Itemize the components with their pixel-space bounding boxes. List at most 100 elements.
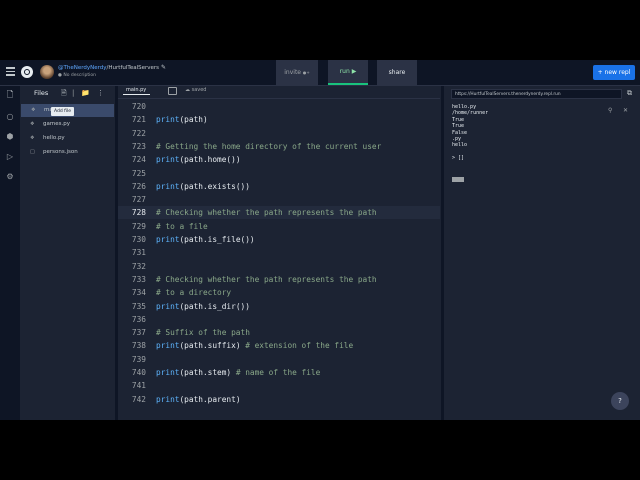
code-line[interactable]: 722 [118,127,440,140]
top-bar: @TheNerdyNerdy/HurtfulTealServers ✎ ● No … [0,60,640,86]
pencil-icon[interactable]: ✎ [161,64,166,71]
code-comment: # Getting the home directory of the curr… [156,141,382,151]
code-line[interactable]: 725 [118,167,440,180]
line-number: 737 [131,328,146,338]
save-status: ☁ saved [185,87,207,93]
code-line[interactable]: 737 # Suffix of the path [118,326,440,339]
tab-main-py[interactable]: main.py [123,87,151,95]
replit-logo-icon[interactable] [21,66,33,78]
open-in-new-tab-icon[interactable]: ⧉ [627,89,632,98]
code-line[interactable]: 734 # to a directory [118,286,440,299]
code-function: print [156,301,180,311]
line-number: 740 [131,368,146,377]
code-line[interactable]: 738 print(path.suffix) # extension of the… [118,339,440,352]
line-text: print(path.home()) [156,155,241,164]
code-line[interactable]: 732 [118,260,440,273]
invite-button[interactable]: invite ●+ [276,60,318,85]
globe-icon: ● [58,73,62,78]
repl-name[interactable]: HurtfulTealServers [108,65,159,71]
code-line[interactable]: 742 print(path.parent) [118,393,440,406]
code-comment: # Checking whether the path represents t… [156,208,377,218]
repl-title[interactable]: @TheNerdyNerdy/HurtfulTealServers ✎ [58,64,166,71]
code-line[interactable]: 728 # Checking whether the path represent… [118,206,440,220]
code-line[interactable]: 724 print(path.home()) [118,153,440,166]
run-label: run [339,68,350,75]
code-line[interactable]: 729 # to a file [118,220,440,233]
version-control-icon[interactable]: ○ [5,112,15,122]
clear-console-icon[interactable]: ✕ [623,107,628,114]
console-line: False [452,129,468,136]
editor-console-divider[interactable] [441,86,444,420]
add-folder-icon[interactable]: 📁 [81,89,90,97]
line-number: 722 [131,128,146,138]
code-line[interactable]: 731 [118,246,440,259]
code-text: (path.exists()) [179,181,250,191]
code-line[interactable]: 739 [118,353,440,366]
code-line[interactable]: 730 print(path.is_file()) [118,233,440,246]
code-text: (path.parent) [179,394,241,404]
owner-name[interactable]: @TheNerdyNerdy [58,65,107,71]
code-function: print [156,115,180,125]
line-number: 738 [131,341,146,351]
file-item-persons[interactable]: □ persons.json [20,146,115,159]
console-line: /home/runner [452,110,489,117]
console-panel: https://HurtfulTealServers.thenerdynerdy… [446,86,640,420]
code-line[interactable]: 723 # Getting the home directory of the c… [118,140,440,153]
editor-tab-bar: main.py ☁ saved [118,86,440,99]
webview-url[interactable]: https://HurtfulTealServers.thenerdynerdy… [451,89,622,99]
console-highlight [452,177,464,182]
line-number: 736 [131,314,146,324]
more-options-icon[interactable]: ⋮ [97,89,104,97]
packages-icon[interactable]: ⬢ [5,132,15,142]
files-icon[interactable]: 🗋 [5,90,15,100]
share-button[interactable]: share [377,60,417,85]
add-file-icon[interactable]: 🗎 [61,89,67,100]
code-function: print [156,155,180,165]
run-button[interactable]: run ▶ [328,60,368,85]
share-label: share [388,69,406,76]
debugger-icon[interactable]: ▷ [5,152,15,162]
code-line[interactable]: 720 [118,100,440,113]
code-line[interactable]: 721 print(path) [118,113,440,126]
code-line[interactable]: 735 print(path.is_dir()) [118,300,440,313]
code-function: print [156,235,180,244]
file-item-hello[interactable]: ❖ hello.py [20,132,115,145]
line-text: # to a file [156,222,208,231]
code-line[interactable]: 740 print(path.stem) # name of the file [118,366,440,379]
sidebar-rail: 🗋 ○ ⬢ ▷ ⚙ [0,86,20,420]
line-number: 727 [131,195,146,205]
code-line[interactable]: 741 [118,379,440,392]
line-text: # Checking whether the path represents t… [156,208,377,217]
settings-gear-icon[interactable]: ⚙ [5,172,15,182]
code-text: (path) [179,115,208,125]
line-number: 735 [131,301,146,311]
avatar[interactable] [40,65,54,79]
file-name: games.py [43,121,70,127]
code-text: (path.is_file()) [179,235,255,244]
code-line[interactable]: 727 [118,193,440,206]
repl-workspace: @TheNerdyNerdy/HurtfulTealServers ✎ ● No … [0,60,640,420]
line-text: # to a directory [156,288,231,297]
code-line[interactable]: 733 # Checking whether the path represent… [118,273,440,286]
line-number: 721 [131,115,146,125]
format-icon[interactable] [168,87,177,95]
line-number: 742 [131,394,146,404]
menu-icon[interactable] [6,67,15,76]
line-text: # Checking whether the path represents t… [156,275,377,284]
invite-label: invite [284,69,301,76]
python-file-icon: ❖ [31,107,36,113]
line-text: # Getting the home directory of the curr… [156,142,381,151]
line-text: print(path.exists()) [156,182,250,191]
line-number: 733 [131,274,146,284]
code-text: (path.home()) [179,155,241,165]
file-item-games[interactable]: ❖ games.py [20,118,115,131]
line-number: 723 [131,141,146,151]
new-repl-button[interactable]: + new repl [593,65,635,80]
help-button[interactable]: ? [611,392,629,410]
code-text: (path.stem) [179,368,236,377]
code-line[interactable]: 726 print(path.exists()) [118,180,440,193]
line-number: 724 [131,155,146,165]
play-icon: ▶ [351,68,357,75]
code-editor[interactable]: main.py ☁ saved 720 721 print(path) 722 723 #… [118,86,440,420]
code-line[interactable]: 736 [118,313,440,326]
